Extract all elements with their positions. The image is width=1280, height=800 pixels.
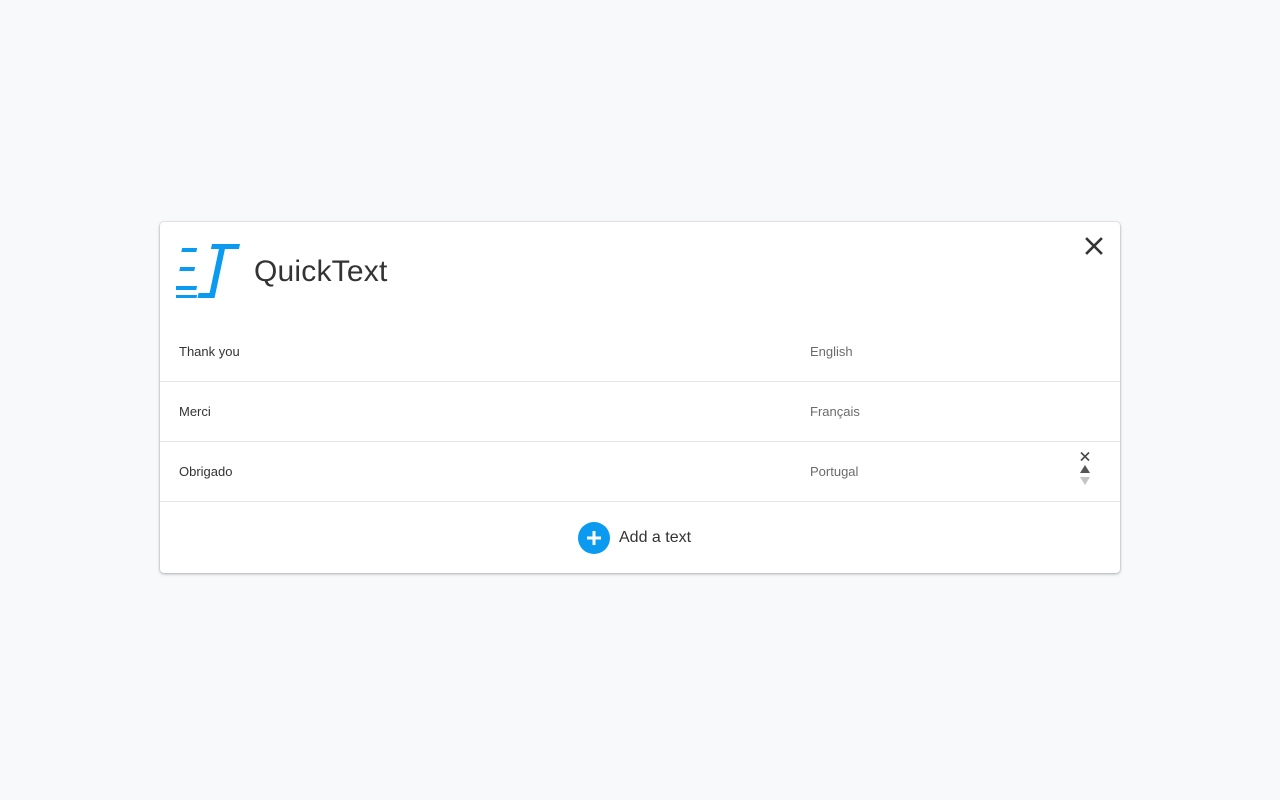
panel-header: QuickText <box>160 222 1120 322</box>
row-text: Merci <box>179 404 211 419</box>
text-row[interactable]: Merci Français <box>160 382 1120 442</box>
row-text: Obrigado <box>179 464 233 479</box>
move-up-icon[interactable] <box>1078 463 1092 475</box>
row-language: Portugal <box>810 464 859 479</box>
app-title: QuickText <box>254 255 388 288</box>
text-row[interactable]: Thank you English <box>160 322 1120 382</box>
add-text-button[interactable]: Add a text <box>578 522 691 554</box>
row-language: Français <box>810 404 860 419</box>
text-list: Thank you English Merci Français Obrigad… <box>160 322 1120 502</box>
quicktext-logo-icon <box>176 244 240 298</box>
text-row[interactable]: Obrigado Portugal <box>160 442 1120 502</box>
add-text-label: Add a text <box>619 529 692 546</box>
close-icon[interactable] <box>1082 234 1106 258</box>
row-controls <box>1078 451 1092 491</box>
plus-circle-icon <box>578 522 610 554</box>
quicktext-panel: QuickText Thank you English Merci França… <box>160 222 1120 573</box>
add-bar: Add a text <box>160 502 1120 573</box>
row-language: English <box>810 344 853 359</box>
move-down-icon[interactable] <box>1078 475 1092 487</box>
row-text: Thank you <box>179 344 240 359</box>
delete-icon[interactable] <box>1078 451 1092 463</box>
